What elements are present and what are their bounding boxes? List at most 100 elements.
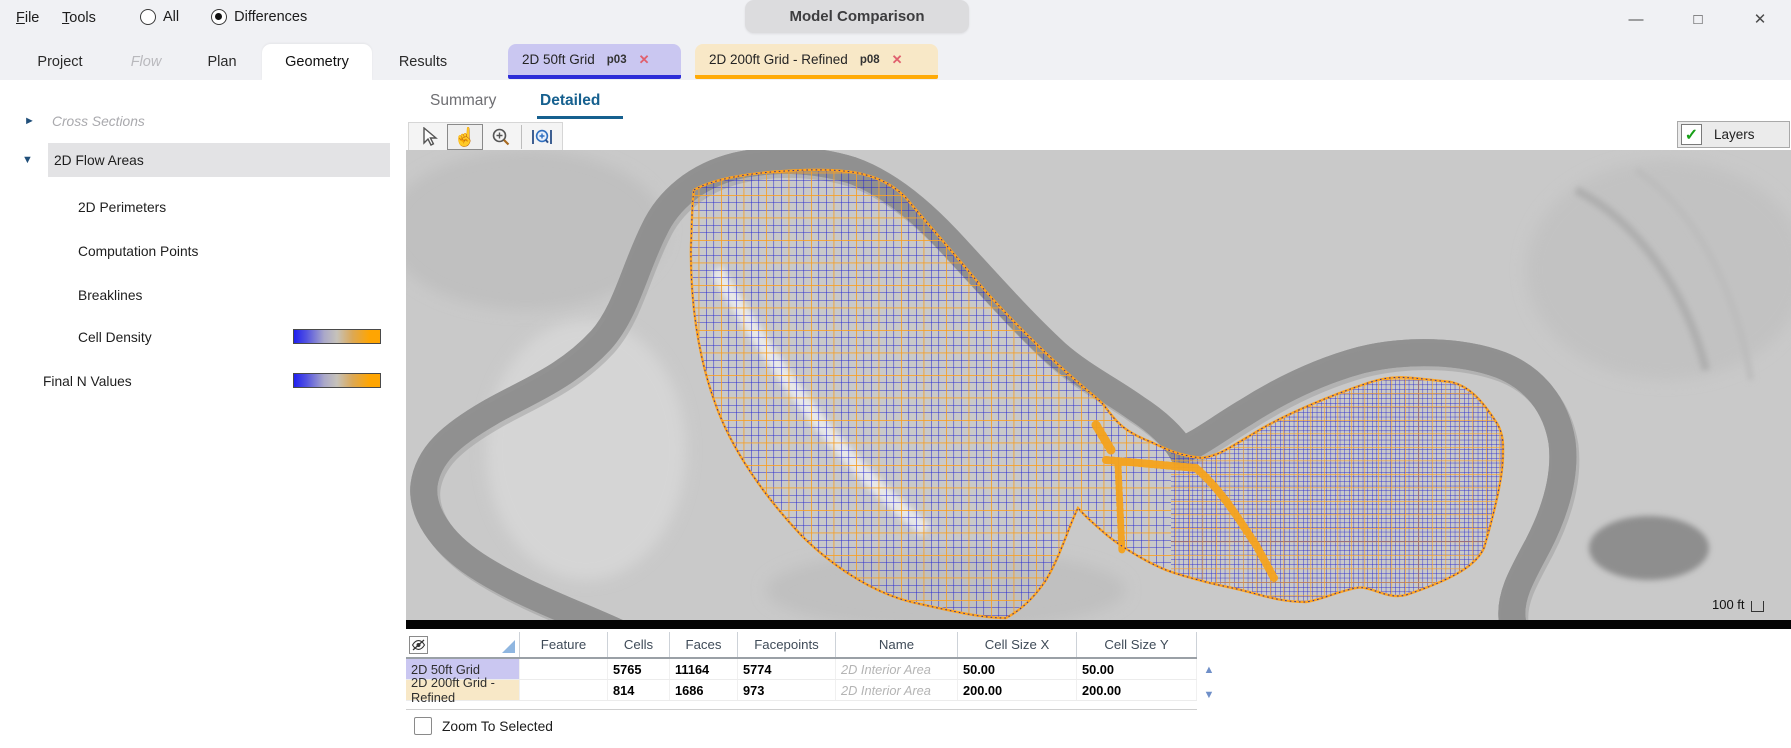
sidebar-item-label: Computation Points	[78, 244, 198, 259]
table-row[interactable]: 2D 200ft Grid - Refined 814 1686 973 2D …	[406, 680, 1197, 701]
tab-geometry[interactable]: Geometry	[262, 44, 372, 80]
radio-all-label: All	[163, 9, 179, 25]
area-name-cell: 2D Interior Area	[836, 680, 958, 700]
facepoints-count: 5774	[738, 659, 836, 679]
table-corner-cell[interactable]	[406, 632, 520, 657]
col-header-name[interactable]: Name	[836, 632, 958, 657]
sidebar-item-label: Final N Values	[43, 374, 132, 389]
tab-project[interactable]: Project	[24, 44, 96, 80]
window-controls: — □ ✕	[1619, 6, 1777, 32]
tab-detailed[interactable]: Detailed	[540, 92, 600, 110]
plan-tab-50ft-code: p03	[607, 54, 627, 66]
map-toolbar: ☝	[408, 122, 563, 152]
tab-flow: Flow	[118, 44, 174, 80]
collapsed-caret-icon[interactable]: ►	[24, 115, 35, 127]
feature-cell	[520, 659, 608, 679]
col-header-facepoints[interactable]: Facepoints	[738, 632, 836, 657]
sidebar-item-2d-perimeters[interactable]: 2D Perimeters	[0, 190, 406, 224]
final-n-values-gradient-legend	[293, 373, 381, 388]
close-icon[interactable]: ✕	[1743, 6, 1777, 32]
cell-size-x: 50.00	[958, 659, 1077, 679]
terrain-mesh-canvas	[406, 150, 1791, 620]
col-header-cell-size-y[interactable]: Cell Size Y	[1077, 632, 1197, 657]
layers-button-label: Layers	[1714, 127, 1755, 142]
radio-all-circle	[140, 9, 156, 25]
row-name-cell[interactable]: 2D 200ft Grid - Refined	[406, 680, 520, 700]
zoom-in-icon[interactable]	[483, 124, 519, 150]
zoom-to-selected[interactable]: Zoom To Selected	[414, 717, 553, 735]
sidebar-item-label: Cross Sections	[52, 114, 145, 129]
plan-tab-200ft[interactable]: 2D 200ft Grid - Refined p08 ✕	[695, 44, 938, 79]
plan-tab-50ft-label: 2D 50ft Grid	[522, 52, 595, 67]
minimize-icon[interactable]: —	[1619, 6, 1653, 32]
zoom-window-icon[interactable]	[524, 124, 560, 150]
area-name-cell: 2D Interior Area	[836, 659, 958, 679]
tab-summary[interactable]: Summary	[430, 92, 496, 110]
menu-tools[interactable]: Tools	[62, 10, 96, 26]
sidebar-item-final-n-values[interactable]: Final N Values	[0, 364, 406, 398]
facepoints-count: 973	[738, 680, 836, 700]
visibility-eye-off-icon[interactable]	[409, 636, 428, 654]
layers-button[interactable]: ✓ Layers	[1677, 121, 1790, 148]
map-view[interactable]	[406, 150, 1791, 620]
faces-count: 1686	[670, 680, 738, 700]
cells-count: 5765	[608, 659, 670, 679]
terrain-dark-patch	[1589, 516, 1709, 580]
plan-tab-50ft[interactable]: 2D 50ft Grid p03 ✕	[508, 44, 681, 79]
scale-bracket-icon	[1751, 601, 1764, 612]
check-icon: ✓	[1685, 125, 1698, 145]
col-header-cell-size-x[interactable]: Cell Size X	[958, 632, 1077, 657]
cell-size-y: 200.00	[1077, 680, 1197, 700]
plan-tab-200ft-close-icon[interactable]: ✕	[892, 52, 903, 68]
table-footer-divider	[406, 709, 1197, 710]
col-header-feature[interactable]: Feature	[520, 632, 608, 657]
sidebar-item-2d-flow-areas[interactable]: ▼ 2D Flow Areas	[0, 143, 406, 177]
sidebar-item-cell-density[interactable]: Cell Density	[0, 320, 406, 354]
sidebar-item-label: 2D Perimeters	[78, 200, 166, 215]
cells-count: 814	[608, 680, 670, 700]
expanded-caret-icon[interactable]: ▼	[22, 154, 33, 166]
radio-differences[interactable]: Differences	[211, 9, 307, 25]
col-header-cells[interactable]: Cells	[608, 632, 670, 657]
comparison-table: Feature Cells Faces Facepoints Name Cell…	[406, 632, 1197, 701]
tab-plan[interactable]: Plan	[192, 44, 252, 80]
cell-density-gradient-legend	[293, 329, 381, 344]
zoom-to-selected-checkbox[interactable]	[414, 717, 432, 735]
table-scrollbar: ▲ ▼	[1200, 662, 1218, 702]
col-header-faces[interactable]: Faces	[670, 632, 738, 657]
title-bar: File Tools All Differences Model Compari…	[0, 0, 1791, 80]
detailed-tab-underline	[537, 116, 623, 119]
radio-differences-label: Differences	[234, 9, 307, 25]
sort-indicator-icon[interactable]	[502, 640, 515, 653]
scroll-down-icon[interactable]: ▼	[1200, 687, 1218, 702]
cell-size-x: 200.00	[958, 680, 1077, 700]
maximize-icon[interactable]: □	[1681, 6, 1715, 32]
sidebar-item-computation-points[interactable]: Computation Points	[0, 234, 406, 268]
map-bottom-border	[406, 620, 1791, 629]
cell-size-y: 50.00	[1077, 659, 1197, 679]
mode-radio-group: All Differences	[140, 9, 307, 25]
layers-checkbox[interactable]: ✓	[1681, 124, 1702, 145]
map-scale-label: 100 ft	[1712, 597, 1745, 612]
sidebar-item-label: Breaklines	[78, 288, 142, 303]
scroll-up-icon[interactable]: ▲	[1200, 662, 1218, 677]
pan-hand-icon[interactable]: ☝	[447, 124, 483, 150]
radio-all[interactable]: All	[140, 9, 179, 25]
app-window: File Tools All Differences Model Compari…	[0, 0, 1791, 748]
select-cursor-icon[interactable]	[411, 124, 447, 150]
window-title: Model Comparison	[745, 0, 969, 33]
plan-tab-200ft-code: p08	[860, 54, 880, 66]
sidebar-item-cross-sections[interactable]: ► Cross Sections	[0, 104, 406, 138]
plan-tab-200ft-label: 2D 200ft Grid - Refined	[709, 52, 848, 67]
zoom-to-selected-label: Zoom To Selected	[442, 719, 553, 734]
sidebar-item-breaklines[interactable]: Breaklines	[0, 278, 406, 312]
feature-cell	[520, 680, 608, 700]
table-header-row: Feature Cells Faces Facepoints Name Cell…	[406, 632, 1197, 659]
menu-file[interactable]: File	[16, 10, 39, 26]
table-row[interactable]: 2D 50ft Grid 5765 11164 5774 2D Interior…	[406, 659, 1197, 680]
toolbar-separator	[521, 125, 522, 149]
faces-count: 11164	[670, 659, 738, 679]
map-scale: 100 ft	[1712, 597, 1764, 612]
tab-results[interactable]: Results	[388, 44, 458, 80]
plan-tab-50ft-close-icon[interactable]: ✕	[639, 52, 650, 68]
